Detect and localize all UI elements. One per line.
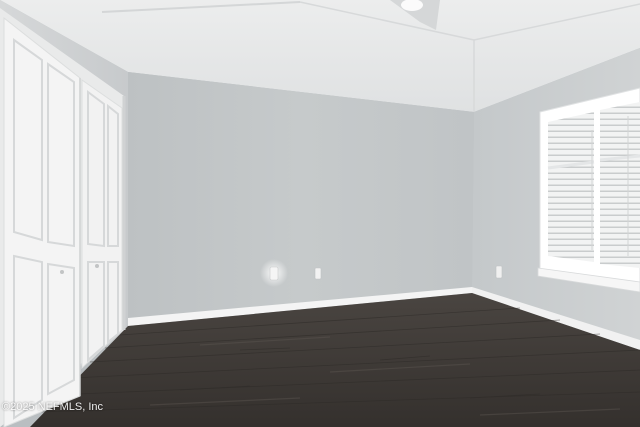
- closet-knob[interactable]: [60, 270, 64, 274]
- wall-outlet[interactable]: [495, 265, 503, 279]
- window-plantation-shutters[interactable]: [537, 87, 640, 293]
- back-wall: [128, 72, 474, 318]
- wall-outlet[interactable]: [314, 267, 322, 280]
- copyright-watermark: ©2025 NEFMLS, Inc: [2, 401, 104, 413]
- room-illustration: [0, 0, 640, 427]
- night-light[interactable]: [269, 266, 279, 281]
- empty-bedroom-photo: ©2025 NEFMLS, Inc: [0, 0, 640, 427]
- closet-knob[interactable]: [95, 264, 99, 268]
